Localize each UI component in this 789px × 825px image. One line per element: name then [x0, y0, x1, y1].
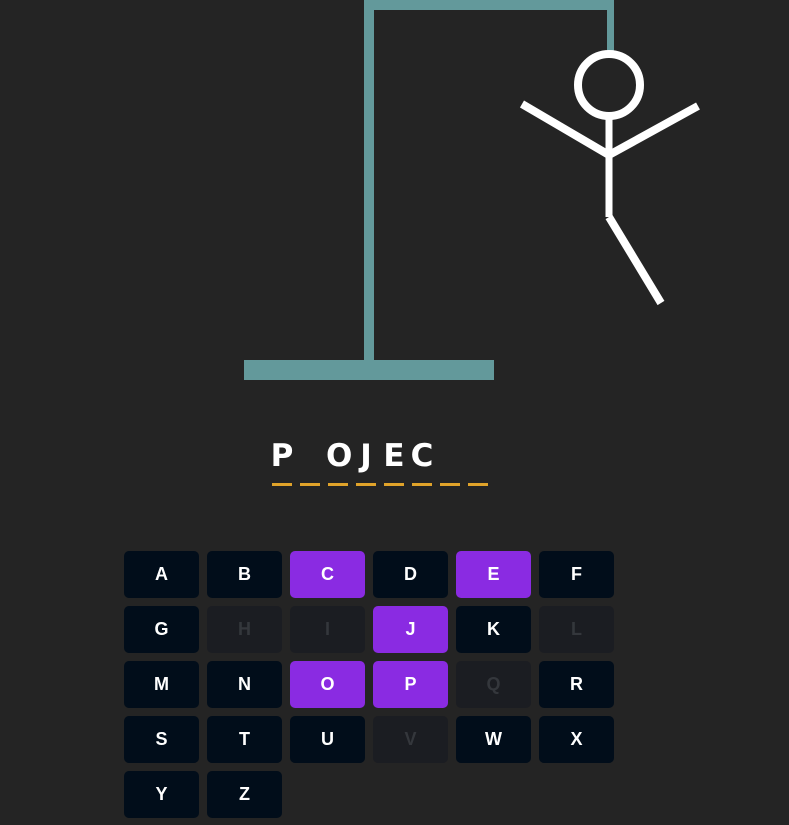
word-letter: J	[360, 438, 372, 474]
letter-underline	[300, 483, 320, 486]
key-w[interactable]: W	[456, 716, 531, 763]
word-letter: P	[270, 438, 294, 474]
key-f[interactable]: F	[539, 551, 614, 598]
key-t[interactable]: T	[207, 716, 282, 763]
key-s[interactable]: S	[124, 716, 199, 763]
word-letter: C	[410, 438, 434, 474]
key-y[interactable]: Y	[124, 771, 199, 818]
letter-underline	[440, 483, 460, 486]
key-m[interactable]: M	[124, 661, 199, 708]
word-letter-slot: P	[270, 436, 294, 488]
key-c[interactable]: C	[290, 551, 365, 598]
key-k[interactable]: K	[456, 606, 531, 653]
letter-underline	[412, 483, 432, 486]
key-g[interactable]: G	[124, 606, 199, 653]
letter-underline	[272, 483, 292, 486]
letter-keyboard: A B C D E F G H I J K L M N O P Q R S T …	[124, 551, 614, 818]
hangman-right-leg	[605, 214, 665, 306]
key-h[interactable]: H	[207, 606, 282, 653]
word-letter-slot: E	[382, 436, 406, 488]
letter-underline	[468, 483, 488, 486]
word-letter-slot: C	[410, 436, 434, 488]
word-letter-slot	[298, 436, 322, 488]
key-i[interactable]: I	[290, 606, 365, 653]
hangman-head	[574, 50, 644, 120]
letter-underline	[384, 483, 404, 486]
key-x[interactable]: X	[539, 716, 614, 763]
key-l[interactable]: L	[539, 606, 614, 653]
word-letter-slot: J	[354, 436, 378, 488]
letter-underline	[356, 483, 376, 486]
key-d[interactable]: D	[373, 551, 448, 598]
key-p[interactable]: P	[373, 661, 448, 708]
key-r[interactable]: R	[539, 661, 614, 708]
key-b[interactable]: B	[207, 551, 282, 598]
word-letter: O	[326, 438, 353, 474]
word-letter-slot: O	[326, 436, 353, 488]
key-o[interactable]: O	[290, 661, 365, 708]
key-n[interactable]: N	[207, 661, 282, 708]
key-e[interactable]: E	[456, 551, 531, 598]
key-j[interactable]: J	[373, 606, 448, 653]
key-z[interactable]: Z	[207, 771, 282, 818]
key-u[interactable]: U	[290, 716, 365, 763]
word-letter: E	[383, 438, 405, 474]
letter-underline	[328, 483, 348, 486]
word-display: P O J E C	[270, 436, 490, 488]
key-a[interactable]: A	[124, 551, 199, 598]
word-letter-slot	[466, 436, 490, 488]
key-q[interactable]: Q	[456, 661, 531, 708]
word-letter-slot	[438, 436, 462, 488]
hangman-figure	[519, 50, 700, 306]
key-v[interactable]: V	[373, 716, 448, 763]
